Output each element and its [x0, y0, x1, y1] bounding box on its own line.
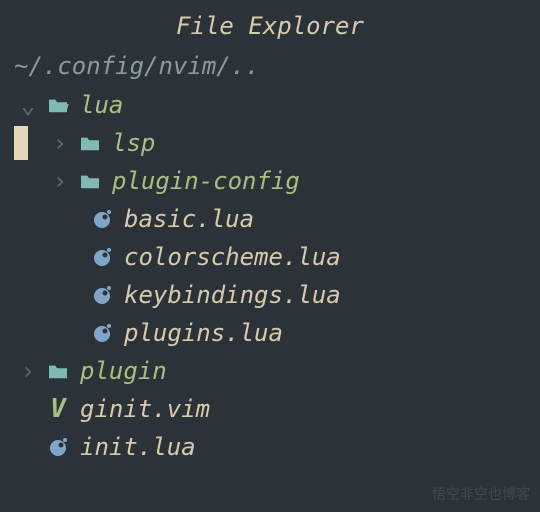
dir-label: lsp	[106, 125, 155, 161]
file-label: colorscheme.lua	[118, 239, 341, 275]
folder-icon	[74, 172, 106, 190]
lua-file-icon	[86, 209, 118, 229]
folder-icon	[42, 362, 74, 380]
dir-label: lua	[74, 87, 123, 123]
chevron-down-icon[interactable]: ⌄	[14, 87, 42, 123]
lua-file-icon	[86, 285, 118, 305]
tree-row-colorscheme[interactable]: colorscheme.lua	[14, 238, 540, 276]
tree-row-lua[interactable]: ⌄ lua	[14, 86, 540, 124]
dir-label: plugin-config	[106, 163, 300, 199]
lua-file-icon	[86, 247, 118, 267]
lua-file-icon	[86, 323, 118, 343]
tree-row-plugin-config[interactable]: › plugin-config	[14, 162, 540, 200]
tree-row-plugin[interactable]: › plugin	[14, 352, 540, 390]
panel-title: File Explorer	[0, 8, 540, 44]
watermark: 悟空非空也博客	[432, 485, 530, 506]
dir-label: plugin	[74, 353, 167, 389]
breadcrumb-path: ~/.config/nvim/..	[0, 48, 540, 84]
chevron-right-icon[interactable]: ›	[46, 125, 74, 161]
lua-file-icon	[42, 437, 74, 457]
folder-open-icon	[42, 96, 74, 114]
vim-file-icon: V	[42, 390, 74, 429]
tree-row-keybindings[interactable]: keybindings.lua	[14, 276, 540, 314]
file-label: plugins.lua	[118, 315, 283, 351]
file-label: keybindings.lua	[118, 277, 341, 313]
file-label: ginit.vim	[74, 391, 210, 427]
cursor-indicator	[14, 126, 28, 160]
folder-icon	[74, 134, 106, 152]
chevron-right-icon[interactable]: ›	[46, 163, 74, 199]
chevron-right-icon[interactable]: ›	[14, 353, 42, 389]
file-label: init.lua	[74, 429, 196, 465]
tree-row-basic[interactable]: basic.lua	[14, 200, 540, 238]
tree-row-plugins[interactable]: plugins.lua	[14, 314, 540, 352]
file-label: basic.lua	[118, 201, 254, 237]
tree-row-ginit[interactable]: · V ginit.vim	[14, 390, 540, 428]
file-tree: ⌄ lua › lsp › plugin-config basic.lua co…	[0, 86, 540, 466]
tree-row-init[interactable]: · init.lua	[14, 428, 540, 466]
tree-row-lsp[interactable]: › lsp	[14, 124, 540, 162]
